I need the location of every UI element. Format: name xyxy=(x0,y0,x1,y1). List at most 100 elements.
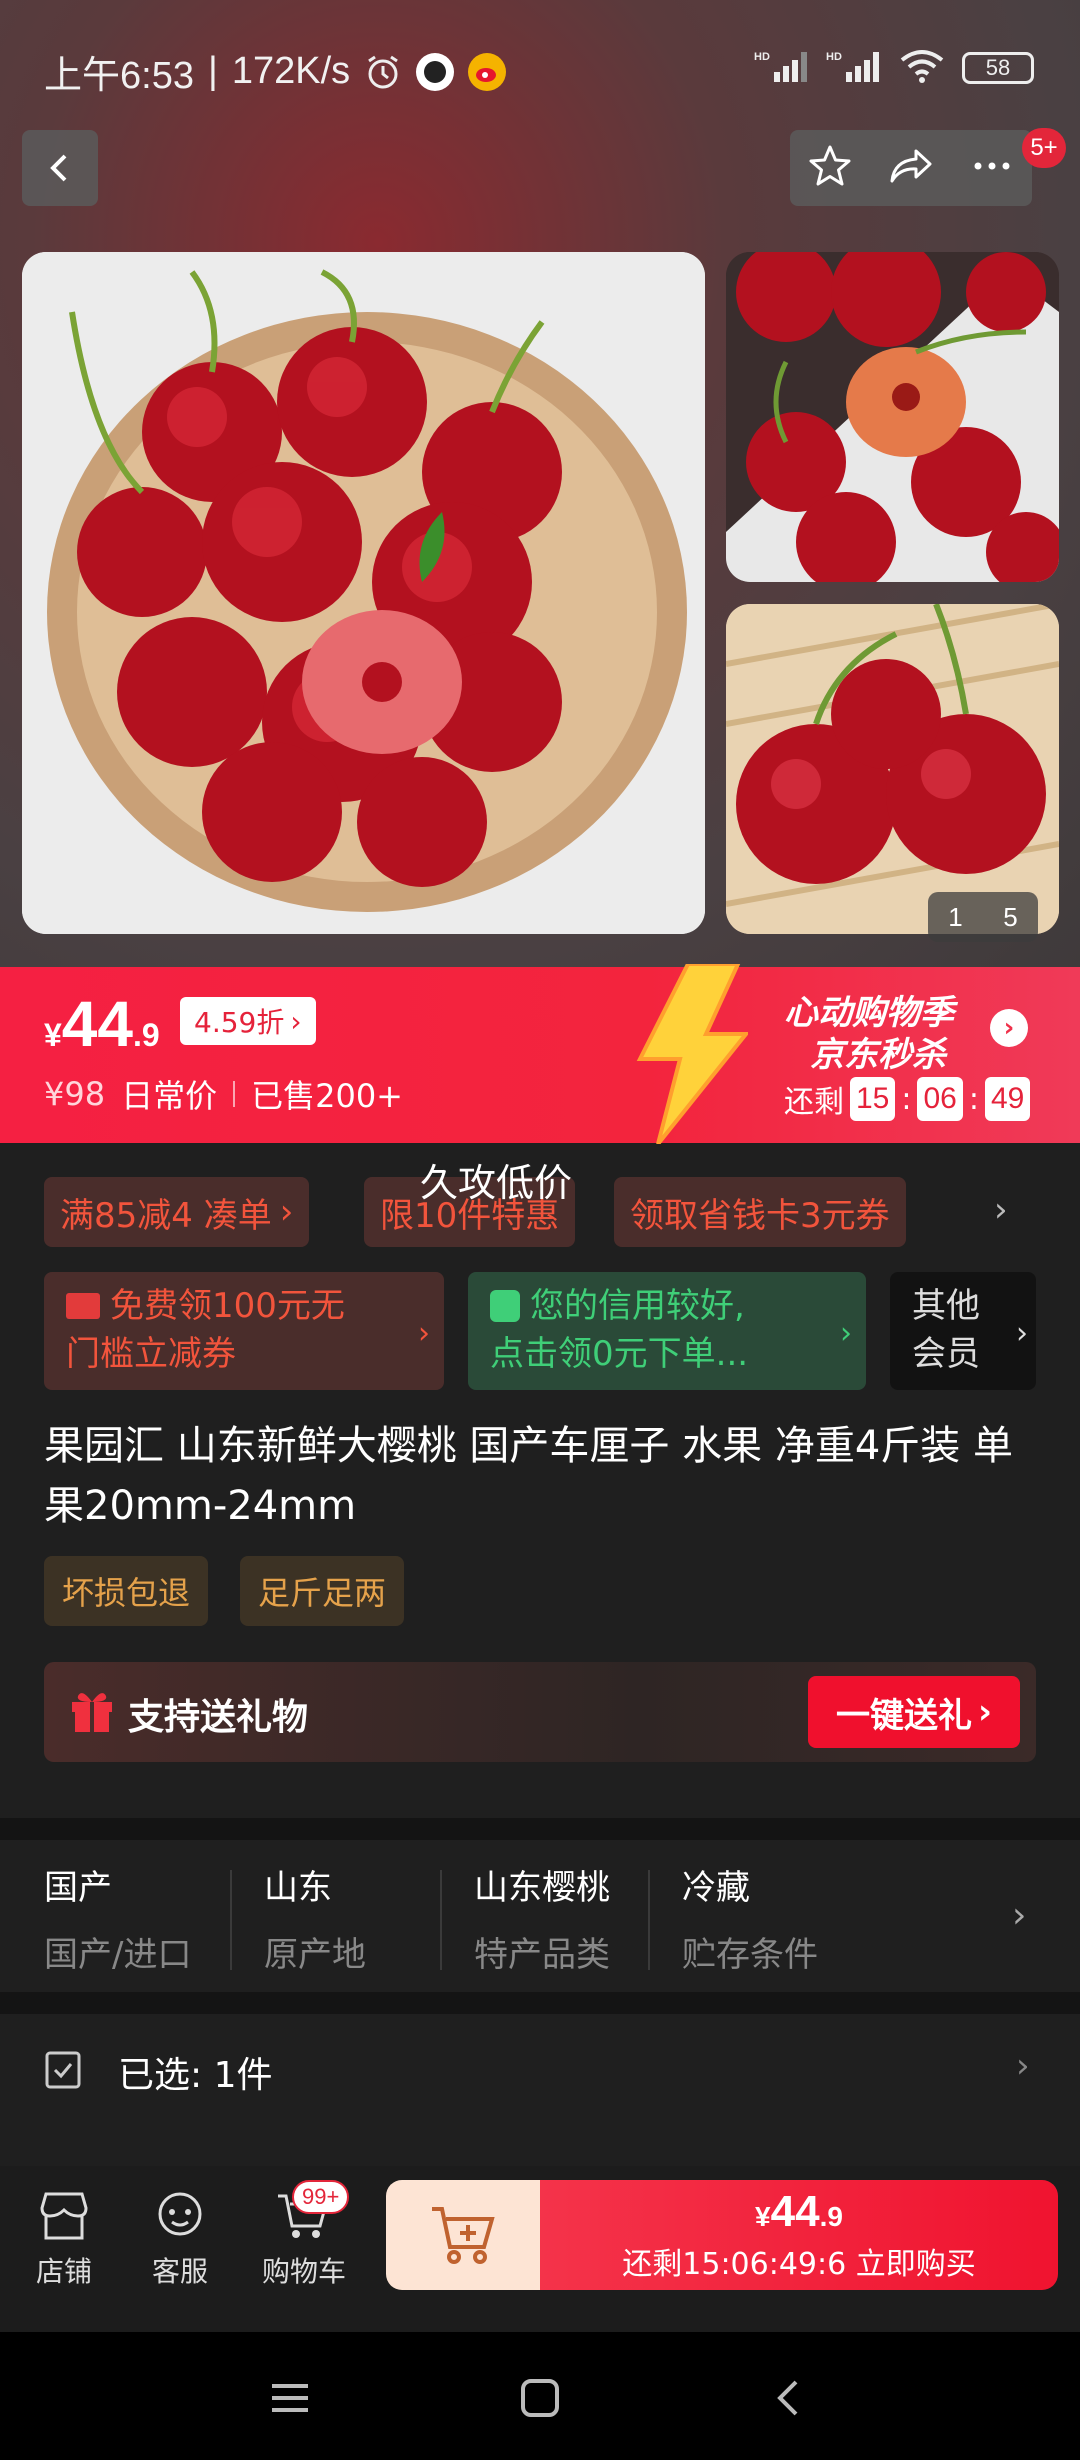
selected-spec-row[interactable]: 已选: 1件 › xyxy=(0,2010,1080,2128)
product-title: 果园汇 山东新鲜大樱桃 国产车厘子 水果 净重4斤装 单果20mm-24mm xyxy=(44,1423,1014,1529)
countdown-seconds: 49 xyxy=(984,1077,1031,1121)
credit-card-text1: 您的信用较好, xyxy=(530,1286,745,1326)
app-notification-icon xyxy=(416,52,455,91)
store-button[interactable]: 店铺 xyxy=(14,2190,114,2290)
signal-icon-2: HD xyxy=(826,48,882,88)
discount-label: 4.59折 xyxy=(194,1006,285,1039)
status-time: 上午6:53 xyxy=(44,55,194,97)
chevron-right-icon: › xyxy=(418,1316,430,1351)
add-to-cart-icon xyxy=(432,2207,495,2264)
signal-icon: HD xyxy=(754,48,810,88)
back-button[interactable] xyxy=(22,130,98,206)
coupon-card-text1: 免费领100元无 xyxy=(110,1286,345,1326)
price-decimal: .9 xyxy=(132,1017,160,1053)
price-integer: 44 xyxy=(61,988,133,1060)
pager-total: 5 xyxy=(1003,901,1018,932)
promo-chevron-icon[interactable]: › xyxy=(990,1009,1028,1047)
more-dots-icon xyxy=(974,162,1010,170)
attr-key: 贮存条件 xyxy=(682,1935,818,1975)
attr-value: 山东樱桃 xyxy=(474,1868,610,1908)
status-bar: 上午6:53 | 172K/s HD HD 58 xyxy=(0,0,1080,130)
pager-current: 1 xyxy=(948,901,963,932)
coupon-card-text2: 门槛立减券 xyxy=(66,1334,236,1374)
alarm-icon xyxy=(364,53,402,91)
attr-value: 冷藏 xyxy=(682,1868,750,1908)
coupon-chip-3[interactable]: 领取省钱卡3元券 xyxy=(614,1177,906,1247)
store-label: 店铺 xyxy=(35,2255,92,2288)
chevron-right-icon: › xyxy=(290,1004,302,1038)
chevron-right-icon: › xyxy=(977,1692,992,1732)
home-icon[interactable] xyxy=(518,2376,562,2420)
lightning-icon xyxy=(636,964,748,1144)
buy-price: ¥ 44 .9 xyxy=(755,2187,843,2237)
weibo-icon xyxy=(468,52,507,91)
menu-icon[interactable] xyxy=(268,2376,312,2420)
gallery-pager: 1 5 xyxy=(928,892,1038,942)
status-speed: 172K/s xyxy=(231,50,351,92)
chevron-left-icon xyxy=(50,154,67,182)
bottom-action-bar: 店铺 客服 购物车 99+ ¥ 44 .9 还剩15:06:49:6 立即购买 xyxy=(0,2166,1080,2332)
countdown-minutes: 06 xyxy=(917,1077,963,1121)
gallery-thumbnail-1[interactable] xyxy=(726,252,1059,582)
system-navigation-bar xyxy=(0,2332,1080,2460)
credit-card[interactable]: 您的信用较好, 点击领0元下单... › xyxy=(468,1272,866,1390)
wifi-icon xyxy=(898,48,946,88)
favorite-button[interactable] xyxy=(807,143,853,193)
colon: : xyxy=(968,1081,979,1117)
gallery-thumbnail-2[interactable] xyxy=(726,604,1059,934)
share-button[interactable] xyxy=(886,143,936,193)
coupons-more-chevron-icon[interactable]: › xyxy=(994,1190,1008,1230)
star-icon xyxy=(809,145,851,186)
floating-text: 久攻低价 xyxy=(420,1161,573,1205)
share-icon xyxy=(890,149,932,183)
attr-category[interactable]: 山东樱桃 特产品类 xyxy=(474,1860,610,1976)
attr-value: 国产 xyxy=(44,1868,112,1908)
battery-indicator: 58 xyxy=(962,52,1034,84)
free-coupon-card[interactable]: 免费领100元无 门槛立减券 › xyxy=(44,1272,444,1390)
discount-tag[interactable]: 4.59折 › xyxy=(180,997,316,1045)
main-product-image[interactable] xyxy=(22,252,705,934)
header-actions xyxy=(790,130,1032,206)
more-button[interactable] xyxy=(969,143,1015,193)
attr-divider xyxy=(440,1870,442,1970)
other-membership-card[interactable]: 其他 会员 › xyxy=(890,1272,1036,1390)
attr-value: 山东 xyxy=(264,1868,332,1908)
service-tag-2[interactable]: 足斤足两 xyxy=(240,1556,405,1626)
gift-bar[interactable]: 支持送礼物 一键送礼 › xyxy=(44,1662,1036,1762)
promo-subtitle[interactable]: 京东秒杀 xyxy=(810,1027,946,1076)
credit-card-line1: 您的信用较好, xyxy=(490,1282,844,1330)
customer-service-button[interactable]: 客服 xyxy=(130,2190,230,2290)
price-banner: ¥ 44 .9 4.59折 › ¥98 日常价 已售200+ 心动购物季 京东秒… xyxy=(0,964,1080,1144)
attributes-chevron-icon[interactable]: › xyxy=(1012,1895,1026,1936)
attr-divider xyxy=(648,1870,650,1970)
buy-now-button[interactable]: ¥ 44 .9 还剩15:06:49:6 立即购买 xyxy=(540,2180,1058,2290)
attr-storage[interactable]: 冷藏 贮存条件 xyxy=(682,1860,818,1976)
status-left: 上午6:53 | 172K/s xyxy=(44,44,507,99)
sold-count: 已售200+ xyxy=(251,1077,403,1115)
send-gift-label: 一键送礼 xyxy=(835,1695,972,1736)
gift-label: 支持送礼物 xyxy=(128,1697,309,1738)
coupon-ticket-icon xyxy=(66,1293,100,1319)
clipboard-check-icon xyxy=(45,2051,81,2089)
original-price: ¥98 xyxy=(44,1075,106,1113)
coupon-card-line1: 免费领100元无 xyxy=(66,1282,422,1330)
service-tag-1[interactable]: 坏损包退 xyxy=(44,1556,209,1626)
attr-origin-place[interactable]: 山东 原产地 xyxy=(264,1860,366,1976)
current-price: ¥ 44 .9 xyxy=(44,987,160,1061)
buy-now-label: 还剩15:06:49:6 立即购买 xyxy=(622,2247,976,2282)
cart-label: 购物车 xyxy=(261,2255,346,2288)
store-icon xyxy=(40,2192,88,2240)
attr-origin-type[interactable]: 国产 国产/进口 xyxy=(44,1860,191,1976)
service-label: 客服 xyxy=(151,2255,208,2288)
seckill-countdown: 还剩 15 : 06 : 49 xyxy=(784,1077,1031,1121)
divider xyxy=(233,1081,236,1107)
coupon-chip-1[interactable]: 满85减4 凑单 › xyxy=(44,1177,310,1247)
buy-price-decimal: .9 xyxy=(819,2201,843,2232)
attr-divider xyxy=(230,1870,232,1970)
add-to-cart-button[interactable] xyxy=(386,2180,540,2290)
status-right: HD HD 58 xyxy=(754,48,1034,88)
send-gift-button[interactable]: 一键送礼 › xyxy=(808,1676,1020,1748)
original-price-label: 日常价 xyxy=(121,1077,218,1115)
coupon-label: 满85减4 凑单 xyxy=(60,1195,272,1236)
back-nav-icon[interactable] xyxy=(768,2376,812,2420)
